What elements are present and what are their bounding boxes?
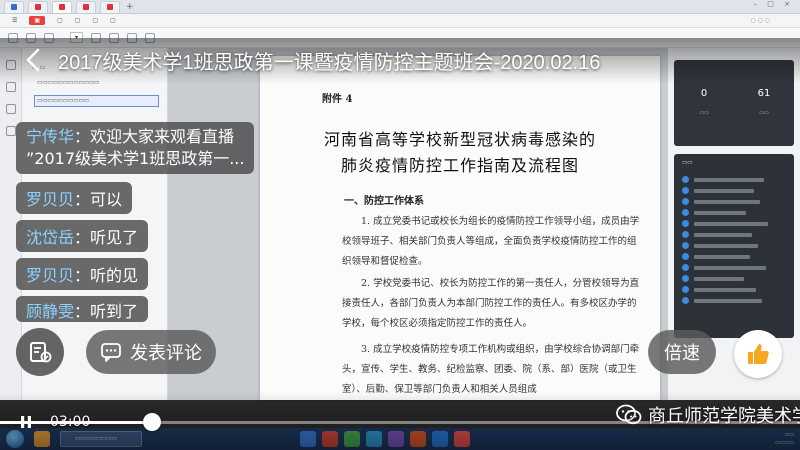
comment-nick: 宁传华 [26,127,75,146]
comment-text: 欢迎大家来观看直播 [90,127,235,146]
comment-icon [101,343,121,362]
side-message [682,286,788,293]
document-page: 附件 4 河南省高等学校新型冠状病毒感染的 肺炎疫情防控工作指南及流程图 一、防… [260,56,660,400]
side-message [682,176,788,183]
comment-text: 可以 [90,190,123,209]
rail-icon [5,104,16,114]
wechat-icon [616,404,642,425]
side-message [682,209,788,216]
side-message-header: ▭▭ [682,160,693,166]
watermark-text: 商丘师范学院美术学院 [648,406,800,427]
comment-bubble: 沈岱岳：听见了 [16,220,149,252]
browser-tab [4,0,24,13]
doc-paragraph-2: 2. 学校党委书记、校长为防控工作的第一责任人，分管校领导为直接责任人，各部门负… [342,278,640,329]
comment-bubble: 顾静雯：听到了 [16,296,149,322]
stat-count-left: 0 [700,88,708,99]
doc-title-line2: 肺炎疫情防控工作指南及流程图 [340,156,579,175]
comment-nick: 罗贝贝 [26,190,75,209]
doc-section-heading: 一、防控工作体系 [344,196,424,207]
comment-nick: 罗贝贝 [26,266,75,285]
browser-tab [100,0,120,13]
wechat-watermark: 商丘师范学院美术学院 [616,402,800,428]
note-edit-icon [30,342,52,363]
doc-paragraph-3: 3. 成立学校疫情防控专项工作机构或组织，由学校综合协调部门牵头，宣传、学生、教… [342,344,640,395]
menu-item: ▢ [110,17,116,24]
like-button[interactable] [734,330,782,378]
comment-sep: ： [74,302,91,321]
comment-text: 听见了 [90,228,139,247]
comment-sep: ： [74,190,91,209]
menu-item: ☰ [12,17,18,24]
comment-text: 听到了 [90,302,139,321]
side-message [682,253,788,260]
comment-bubble: 宁传华：欢迎大家来观看直播 ”2017级美术学1班思政第一... [16,122,255,174]
progress-knob[interactable] [143,413,161,431]
rail-icon [5,126,16,136]
progress-fill [0,421,152,424]
browser-tab-bar: + – □ × [0,0,800,14]
menu-item: ▢ [74,17,81,24]
app-menu-bar: ☰ ▣ ▢ ▢ ▢ ▢ ◌ ◌ ◌ [0,14,800,28]
speed-button[interactable]: 倍速 [648,330,716,374]
side-message [682,275,788,282]
comment-sep: ： [74,228,91,247]
browser-tab [76,0,96,13]
comment-nick: 沈岱岳 [26,228,75,247]
speed-label: 倍速 [664,343,700,364]
new-tab-icon: + [126,1,134,12]
side-message [682,231,788,238]
back-arrow-icon[interactable] [22,48,46,72]
doc-title-line1: 河南省高等学校新型冠状病毒感染的 [323,130,596,149]
doc-attachment-label: 附件 4 [322,94,353,105]
thumbs-up-icon [748,344,769,364]
browser-tab [28,0,48,13]
menu-item: ▢ [92,17,99,24]
side-message [682,220,788,227]
comment-sep: ： [74,266,91,285]
stat-count-right: 61 [757,88,771,99]
post-comment-button[interactable]: 发表评论 [86,330,216,374]
window-controls: – □ × [753,0,794,8]
live-title: 2017级美术学1班思政第一课暨疫情防控主题班会-2020.02.16 [58,52,601,74]
live-player-screen: + – □ × ☰ ▣ ▢ ▢ ▢ ▢ ◌ ◌ ◌ ▾ ▭ ▭ ▭▭▭▭▭▭▭▭… [0,0,800,450]
comment-bubble: 罗贝贝：听的见 [16,258,149,290]
menu-item: ▢ [57,17,63,24]
comment-text-line2: ”2017级美术学1班思政第一... [26,149,245,168]
note-button[interactable] [16,328,64,376]
comment-text: 听的见 [90,266,139,285]
menu-item-active: ▣ [29,16,46,25]
post-comment-label: 发表评论 [130,343,202,364]
doc-paragraph-1: 1. 成立党委书记或校长为组长的疫情防控工作领导小组，成员由学校领导班子、相关部… [342,216,640,267]
side-message [682,297,788,304]
bookmark-item-selected: ▭▭▭▭▭▭▭▭▭▭ [34,95,159,107]
stat-label: ▭▭ [759,110,769,116]
comment-sep: ： [74,127,91,146]
stat-label: ▭▭ [699,110,709,116]
comment-nick: 顾静雯 [26,302,75,321]
browser-tab [52,0,72,13]
side-message [682,264,788,271]
comment-bubble: 罗贝贝：可以 [16,182,133,214]
side-message [682,187,788,194]
side-message [682,198,788,205]
menu-right-icons: ◌ ◌ ◌ [750,17,770,24]
side-message-list: ▭▭ [674,154,794,338]
side-message [682,242,788,249]
